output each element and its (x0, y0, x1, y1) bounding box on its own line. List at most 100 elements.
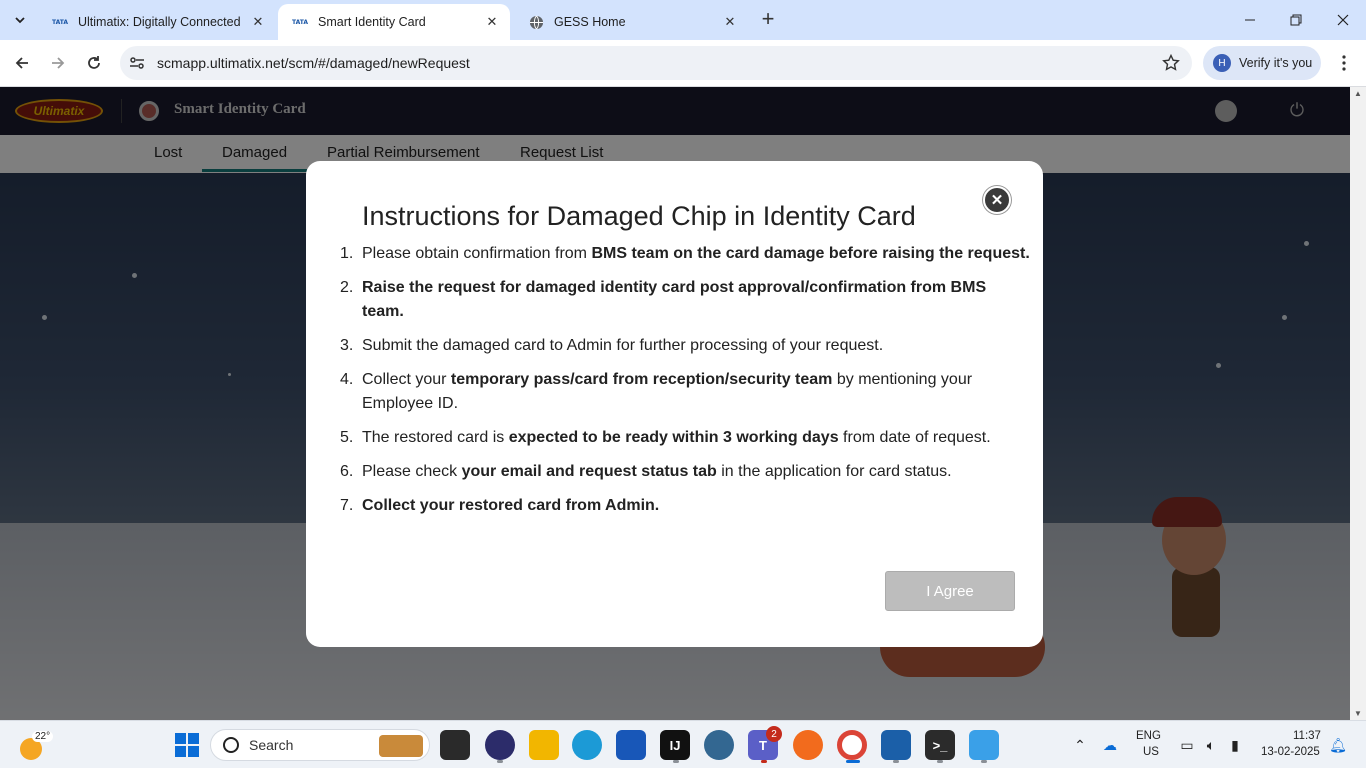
tab-smart-identity-card[interactable]: TATA Smart Identity Card ✕ (278, 4, 510, 40)
network-icon[interactable]: ▭ (1178, 736, 1196, 754)
reload-icon (88, 56, 100, 69)
item-number: 7. (340, 497, 354, 514)
instruction-item: 7. Collect your restored card from Admin. (340, 494, 1030, 518)
arrow-right-icon (52, 57, 65, 69)
running-indicator (761, 760, 767, 763)
clock-time[interactable]: 11:37 (1293, 730, 1321, 742)
instruction-item: 1. Please obtain confirmation from BMS te… (340, 242, 1030, 266)
task-view-icon[interactable] (440, 730, 470, 760)
windows-taskbar: 22° Search IJ T 2 >_ ⌃ ☁ ENG US ▭ 🔈︎ ▮ 1… (0, 720, 1366, 768)
instructions-modal: ✕ Instructions for Damaged Chip in Ident… (306, 161, 1043, 647)
item-text: Please obtain confirmation from (362, 245, 592, 262)
running-indicator (937, 760, 943, 763)
item-text: The restored card is (362, 429, 509, 446)
running-indicator (497, 760, 503, 763)
item-text: Please check (362, 463, 462, 480)
item-text: Submit the damaged card to Admin for fur… (362, 337, 884, 354)
url-text[interactable]: scmapp.ultimatix.net/scm/#/damaged/newRe… (157, 55, 470, 71)
new-tab-button[interactable]: + (758, 8, 778, 32)
teams-notification-badge: 2 (766, 726, 782, 742)
tab-search-button[interactable] (8, 8, 32, 32)
browser-menu-button[interactable] (1334, 52, 1354, 74)
item-text: from date of request. (838, 429, 991, 446)
address-bar[interactable]: scmapp.ultimatix.net/scm/#/damaged/newRe… (120, 46, 1192, 80)
tab-title: GESS Home (554, 15, 626, 29)
scroll-down-arrow-icon[interactable]: ▼ (1354, 709, 1362, 718)
postgresql-icon[interactable] (704, 730, 734, 760)
item-number: 5. (340, 429, 354, 446)
tata-favicon-icon: TATA (291, 18, 309, 26)
active-indicator (846, 760, 860, 763)
browser-toolbar: scmapp.ultimatix.net/scm/#/damaged/newRe… (0, 40, 1366, 87)
search-label: Search (249, 737, 294, 753)
windows-logo-icon (175, 733, 199, 757)
arrow-left-icon (15, 57, 28, 69)
running-indicator (893, 760, 899, 763)
microsoft-store-icon[interactable] (616, 730, 646, 760)
notification-bell-icon[interactable]: 🔔︎ (1329, 736, 1347, 754)
restore-button[interactable] (1284, 8, 1308, 32)
onedrive-icon[interactable]: ☁ (1101, 736, 1119, 754)
close-window-button[interactable] (1331, 8, 1355, 32)
item-bold-text: BMS team on the card damage before raisi… (591, 245, 1030, 262)
taskbar-search[interactable]: Search (210, 729, 430, 761)
intellij-icon[interactable]: IJ (660, 730, 690, 760)
modal-title: Instructions for Damaged Chip in Identit… (362, 201, 916, 231)
tab-gess-home[interactable]: GESS Home ✕ (514, 4, 748, 40)
start-button[interactable] (172, 730, 202, 760)
close-icon: ✕ (990, 192, 1004, 209)
instruction-item: 2. Raise the request for damaged identity… (340, 276, 1030, 324)
region-indicator[interactable]: US (1143, 746, 1159, 758)
edge-icon[interactable] (572, 730, 602, 760)
tab-title: Ultimatix: Digitally Connected (78, 15, 241, 29)
page-viewport: Ultimatix Smart Identity Card ⏻ Lost Dam… (0, 87, 1350, 720)
eclipse-icon[interactable] (485, 730, 515, 760)
terminal-icon[interactable]: >_ (925, 730, 955, 760)
item-bold-text: temporary pass/card from reception/secur… (450, 371, 833, 388)
close-tab-icon[interactable]: ✕ (250, 14, 266, 30)
restore-icon (1290, 14, 1302, 26)
file-explorer-icon[interactable] (529, 730, 559, 760)
chevron-up-icon[interactable]: ⌃ (1071, 736, 1089, 754)
close-tab-icon[interactable]: ✕ (722, 14, 738, 30)
item-number: 3. (340, 337, 354, 354)
item-number: 2. (340, 279, 354, 296)
notepad-icon[interactable] (881, 730, 911, 760)
profile-verify-button[interactable]: H Verify it's you (1203, 46, 1321, 80)
volume-icon[interactable]: 🔈︎ (1202, 736, 1220, 754)
bookmark-star-icon[interactable] (1162, 54, 1180, 72)
minimize-icon (1245, 19, 1255, 21)
clock-date[interactable]: 13-02-2025 (1261, 746, 1320, 758)
back-button[interactable] (9, 50, 35, 76)
close-modal-button[interactable]: ✕ (983, 186, 1011, 214)
profile-avatar: H (1213, 54, 1231, 72)
instruction-item: 5. The restored card is expected to be re… (340, 426, 1030, 450)
item-bold-text: Raise the request for damaged identity c… (362, 279, 987, 320)
instruction-item: 6. Please check your email and request st… (340, 460, 1030, 484)
search-icon (223, 737, 239, 753)
item-number: 1. (340, 245, 354, 262)
tab-ultimatix[interactable]: TATA Ultimatix: Digitally Connected ✕ (38, 4, 276, 40)
page-scrollbar[interactable]: ▲ ▼ (1350, 87, 1366, 720)
minimize-button[interactable] (1238, 8, 1262, 32)
i-agree-button[interactable]: I Agree (885, 571, 1015, 611)
remote-desktop-icon[interactable] (969, 730, 999, 760)
reload-button[interactable] (81, 50, 107, 76)
battery-icon[interactable]: ▮ (1226, 736, 1244, 754)
weather-widget[interactable]: 22° (16, 730, 56, 760)
chevron-down-icon (15, 17, 25, 24)
item-bold-text: your email and request status tab (461, 463, 717, 480)
site-settings-icon[interactable] (129, 55, 145, 71)
scroll-up-arrow-icon[interactable]: ▲ (1354, 89, 1362, 98)
forward-button[interactable] (45, 50, 71, 76)
close-tab-icon[interactable]: ✕ (484, 14, 500, 30)
item-number: 6. (340, 463, 354, 480)
chrome-icon[interactable] (837, 730, 867, 760)
item-number: 4. (340, 371, 354, 388)
running-indicator (673, 760, 679, 763)
instruction-item: 4. Collect your temporary pass/card from … (340, 368, 1030, 416)
instruction-item: 3. Submit the damaged card to Admin for f… (340, 334, 1030, 358)
postman-icon[interactable] (793, 730, 823, 760)
language-indicator[interactable]: ENG (1136, 730, 1161, 742)
more-vertical-icon (1342, 55, 1346, 71)
